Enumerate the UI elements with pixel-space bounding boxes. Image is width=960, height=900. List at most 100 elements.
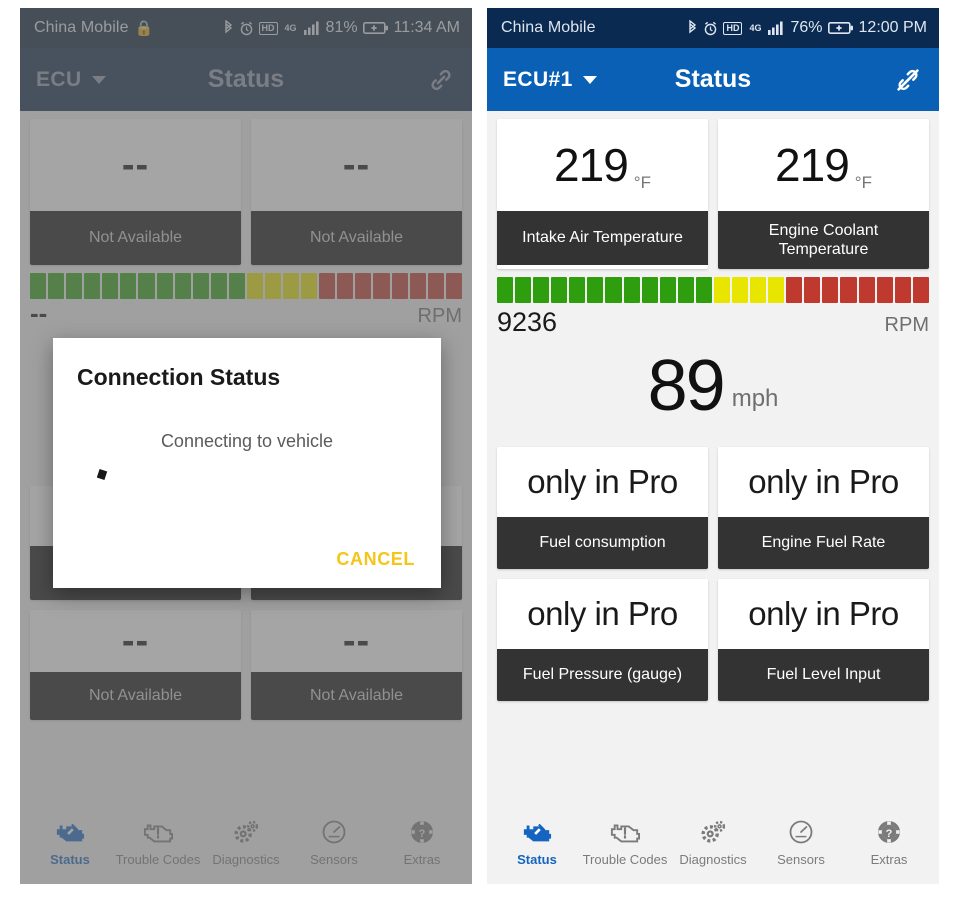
alarm-icon xyxy=(240,21,252,35)
rpm-segment xyxy=(30,273,47,299)
gauge-value-area: -- xyxy=(30,610,241,672)
carrier-label: China Mobile xyxy=(34,19,129,36)
engine-check-icon xyxy=(55,816,85,848)
gauge-value: only in Pro xyxy=(748,594,899,632)
nav-item-diagnostics[interactable]: Diagnostics xyxy=(202,816,290,867)
rpm-segment xyxy=(319,273,336,299)
nav-item-label: Diagnostics xyxy=(212,851,280,867)
gauge-card-pro[interactable]: only in Pro Fuel consumption xyxy=(497,446,708,569)
rpm-segment xyxy=(84,273,101,299)
rpm-unit-label: RPM xyxy=(417,305,462,327)
rpm-segment xyxy=(192,273,209,299)
alarm-icon xyxy=(705,21,717,35)
gauge-value: -- xyxy=(121,143,150,186)
gauge-label: Not Available xyxy=(30,211,241,265)
rpm-segment xyxy=(102,273,119,299)
battery-percent-label: 81% xyxy=(325,19,358,36)
rpm-segment xyxy=(283,273,300,299)
rpm-segment xyxy=(497,277,514,304)
right-phone-screen: China Mobile HD 4G 76% 12:00 PM ECU#1 St… xyxy=(487,8,939,884)
nav-item-diagnostics[interactable]: Diagnostics xyxy=(669,816,757,867)
rpm-segment xyxy=(912,277,929,304)
rpm-value: -- xyxy=(30,298,48,328)
gauge-row: only in Pro Fuel consumption only in Pro… xyxy=(497,446,929,569)
gauge-card-pro[interactable]: only in Pro Engine Fuel Rate xyxy=(718,446,929,569)
dialog-message: Connecting to vehicle xyxy=(160,431,334,451)
signal-bars-icon xyxy=(768,21,784,35)
nav-item-status[interactable]: Status xyxy=(493,816,581,867)
gauge-grid-top: 219 °F Intake Air Temperature 219 °F Eng… xyxy=(487,111,939,270)
ecu-selector-label: ECU xyxy=(36,67,82,91)
rpm-segment xyxy=(587,277,604,304)
rpm-gauge: -- RPM xyxy=(20,265,472,328)
rpm-segment xyxy=(605,277,622,304)
ecu-selector[interactable]: ECU xyxy=(36,68,106,92)
gears-icon xyxy=(698,816,728,848)
status-bar: China Mobile HD 4G 76% 12:00 PM xyxy=(487,8,939,48)
network-badge: 4G xyxy=(749,22,762,33)
nav-item-sensors[interactable]: Sensors xyxy=(757,816,845,867)
nav-item-trouble-codes[interactable]: Trouble Codes xyxy=(114,816,202,867)
nav-item-label: Sensors xyxy=(310,851,358,867)
ecu-selector-label: ECU#1 xyxy=(503,67,573,91)
svg-text:?: ? xyxy=(419,828,426,840)
rpm-segment xyxy=(48,273,65,299)
gauge-value-area: -- xyxy=(251,119,462,211)
gauge-card-pro[interactable]: only in Pro Fuel Pressure (gauge) xyxy=(497,578,708,701)
rpm-segment xyxy=(623,277,640,304)
gauge-card[interactable]: -- Not Available xyxy=(251,610,462,720)
gears-icon xyxy=(231,816,261,848)
gauge-value-area: only in Pro xyxy=(718,578,929,649)
nav-item-label: Sensors xyxy=(777,851,825,867)
speed-readout: 89 mph xyxy=(487,338,939,438)
nav-item-extras[interactable]: ? Extras xyxy=(845,816,933,867)
rpm-value: 9236 xyxy=(497,307,558,338)
nav-item-label: Trouble Codes xyxy=(115,851,201,867)
status-icons: HD 4G 81% xyxy=(223,19,389,37)
nav-item-extras[interactable]: ? Extras xyxy=(378,816,466,867)
gauge-row: only in Pro Fuel Pressure (gauge) only i… xyxy=(497,578,929,701)
gauge-value: 219 xyxy=(554,139,629,191)
gauge-value-area: only in Pro xyxy=(497,578,708,649)
gauge-card[interactable]: 219 °F Engine Coolant Temperature xyxy=(718,119,929,270)
link-icon[interactable] xyxy=(426,65,456,95)
rpm-segment xyxy=(156,273,173,299)
gauge-card[interactable]: -- Not Available xyxy=(30,610,241,720)
gauge-label: Not Available xyxy=(251,672,462,720)
gauge-value: only in Pro xyxy=(748,462,899,500)
gauge-unit: °F xyxy=(633,173,651,192)
gauge-card[interactable]: -- Not Available xyxy=(251,119,462,265)
rpm-footer: 9236 RPM xyxy=(497,303,929,338)
gauge-label: Engine Fuel Rate xyxy=(718,516,929,569)
gauge-grid-pro-1: only in Pro Fuel consumption only in Pro… xyxy=(487,439,939,569)
gauge-card[interactable]: 219 °F Intake Air Temperature xyxy=(497,119,708,270)
rpm-segment xyxy=(768,277,785,304)
nav-item-label: Extras xyxy=(403,851,441,867)
hd-badge: HD xyxy=(723,21,743,35)
rpm-segment xyxy=(515,277,532,304)
rpm-segment xyxy=(732,277,749,304)
rpm-segment xyxy=(373,273,390,299)
rpm-segment xyxy=(445,273,462,299)
rpm-segment xyxy=(786,277,803,304)
ecu-selector[interactable]: ECU#1 xyxy=(503,68,597,92)
battery-charging-icon xyxy=(827,21,853,34)
rpm-segment xyxy=(228,273,245,299)
gauge-card[interactable]: -- Not Available xyxy=(30,119,241,265)
rpm-segment xyxy=(804,277,821,304)
gauge-value: only in Pro xyxy=(527,594,678,632)
nav-item-trouble-codes[interactable]: Trouble Codes xyxy=(581,816,669,867)
rpm-segment xyxy=(265,273,282,299)
nav-item-sensors[interactable]: Sensors xyxy=(290,816,378,867)
gauge-card-pro[interactable]: only in Pro Fuel Level Input xyxy=(718,578,929,701)
hd-badge: HD xyxy=(258,21,278,35)
cancel-button[interactable]: CANCEL xyxy=(334,545,417,574)
rpm-footer: -- RPM xyxy=(30,299,462,328)
link-off-icon[interactable] xyxy=(893,65,923,95)
nav-item-status[interactable]: Status xyxy=(26,816,114,867)
gauge-value-area: 219 °F xyxy=(497,119,708,211)
gauge-value-area: only in Pro xyxy=(718,446,929,517)
app-bar: ECU Status xyxy=(20,48,472,111)
connection-status-dialog: Connection Status Connecting to vehicle … xyxy=(53,338,441,588)
speed-unit-label: mph xyxy=(731,384,779,412)
